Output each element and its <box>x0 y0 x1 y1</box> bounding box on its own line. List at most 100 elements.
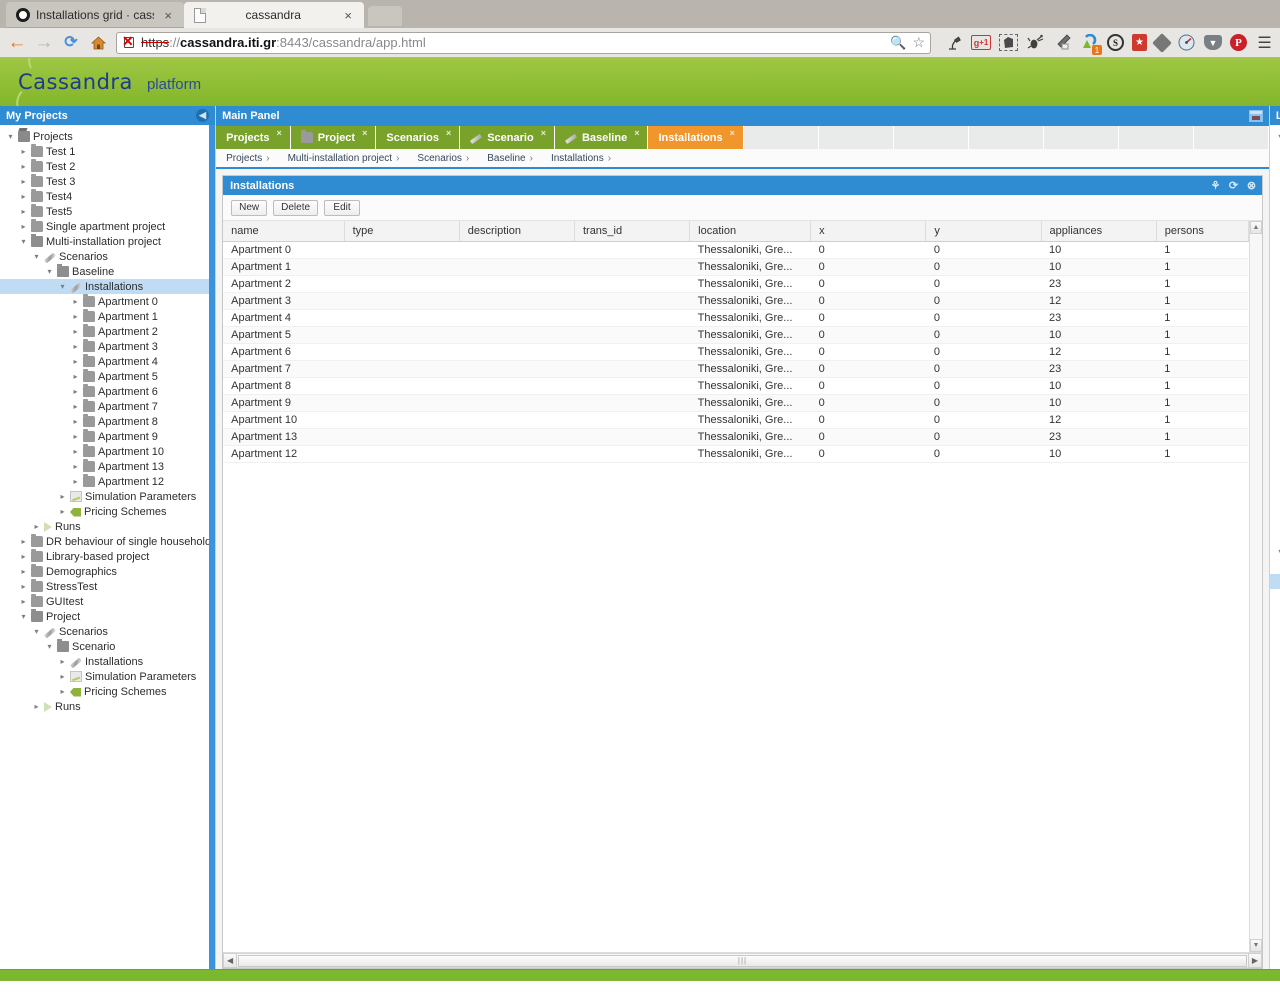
chevron-right-icon[interactable]: ▸ <box>71 342 80 351</box>
table-row[interactable]: Apartment 10 Thessaloniki, Gre... 0 0 12 1 <box>223 411 1249 429</box>
new-tab-button[interactable] <box>368 6 402 26</box>
tree-item-pricing-schemes[interactable]: ▸ Pricing Schemes <box>0 684 215 699</box>
tree-item-scenarios[interactable]: ▾ Scenarios <box>0 624 215 639</box>
tree-item-installations[interactable]: ▾ Installations <box>0 279 216 294</box>
table-row[interactable]: Apartment 9 Thessaloniki, Gre... 0 0 10 1 <box>223 394 1249 412</box>
broken-lock-icon[interactable]: ✕ <box>122 34 137 50</box>
breadcrumb-item-baseline[interactable]: Baseline › <box>487 153 533 164</box>
chevron-right-icon[interactable]: ▸ <box>19 177 28 186</box>
chevron-right-icon[interactable]: ▸ <box>19 162 28 171</box>
bookmark-red-icon[interactable]: ★ <box>1132 34 1147 51</box>
tree-item-pricing-schemes[interactable]: ▸ Pricing Schemes <box>0 504 215 519</box>
table-row[interactable]: Apartment 6 Thessaloniki, Gre... 0 0 12 1 <box>223 343 1249 361</box>
library-item-installations[interactable]: ▸Installations <box>1270 144 1280 159</box>
main-tab-close-icon[interactable]: × <box>634 128 639 138</box>
tree-item-simulation-parameters[interactable]: ▸ Simulation Parameters <box>0 669 215 684</box>
tree-item-baseline[interactable]: ▾ Baseline <box>0 264 215 279</box>
chevron-right-icon[interactable]: ▸ <box>71 327 80 336</box>
feedly-icon[interactable] <box>1152 32 1172 53</box>
tree-item-projects[interactable]: ▾ Projects <box>0 129 215 144</box>
tree-item-library-based-project[interactable]: ▸ Library-based project <box>0 549 215 564</box>
tree-item-apartment-5[interactable]: ▸ Apartment 5 <box>0 369 215 384</box>
refresh-icon[interactable]: ⟳ <box>1227 179 1240 192</box>
library-item-persons[interactable]: ▸Persons <box>1269 574 1280 589</box>
tree-item-project[interactable]: ▾ Project <box>0 609 215 624</box>
breadcrumb-item-projects[interactable]: Projects › <box>226 153 269 164</box>
scroll-right-icon[interactable]: ▶ <box>1247 953 1262 968</box>
tree-item-guitest[interactable]: ▸ GUItest <box>0 594 215 609</box>
chevron-right-icon[interactable]: ▸ <box>71 357 80 366</box>
tree-item-apartment-6[interactable]: ▸ Apartment 6 <box>0 384 215 399</box>
table-row[interactable]: Apartment 12 Thessaloniki, Gre... 0 0 10 1 <box>223 445 1249 463</box>
left-panel-scrollbar[interactable] <box>209 125 216 969</box>
tree-item-runs[interactable]: ▸ Runs <box>0 699 215 714</box>
tree-item-apartment-9[interactable]: ▸ Apartment 9 <box>0 429 215 444</box>
table-row[interactable]: Apartment 3 Thessaloniki, Gre... 0 0 12 1 <box>223 292 1249 310</box>
tree-item-apartment-7[interactable]: ▸ Apartment 7 <box>0 399 215 414</box>
chevron-right-icon[interactable]: ▸ <box>58 687 67 696</box>
google-plus-icon[interactable]: g +1 <box>971 35 991 50</box>
star-icon[interactable]: ☆ <box>912 34 925 51</box>
chevron-down-icon[interactable]: ▾ <box>1276 547 1280 556</box>
cassandra-library-tree[interactable]: ▾Cassandra Library▸Installations▸Persons… <box>1269 540 1280 969</box>
chevron-right-icon[interactable]: ▸ <box>19 147 28 156</box>
chevron-right-icon[interactable]: ▸ <box>58 492 67 501</box>
scroll-down-icon[interactable]: ▼ <box>1249 939 1262 952</box>
chevron-right-icon[interactable]: ▸ <box>19 207 28 216</box>
app-logo[interactable]: Cassandra platform <box>18 70 201 94</box>
main-tab-close-icon[interactable]: × <box>541 128 546 138</box>
desk-lamp-icon[interactable] <box>944 33 963 52</box>
chevron-down-icon[interactable]: ▾ <box>19 612 28 621</box>
tree-item-test-2[interactable]: ▸ Test 2 <box>0 159 215 174</box>
browser-tab-1[interactable]: cassandra × <box>184 2 364 28</box>
main-tab-close-icon[interactable]: × <box>446 128 451 138</box>
main-tab-baseline[interactable]: Baseline × <box>554 126 649 149</box>
speedtest-icon[interactable] <box>1177 33 1196 52</box>
evernote-icon[interactable] <box>999 34 1018 51</box>
chevron-down-icon[interactable]: ▾ <box>32 252 41 261</box>
tree-item-apartment-13[interactable]: ▸ Apartment 13 <box>0 459 215 474</box>
tree-item-apartment-8[interactable]: ▸ Apartment 8 <box>0 414 215 429</box>
pocket-icon[interactable]: ▼ <box>1204 35 1222 50</box>
hscroll-track[interactable]: ||| <box>237 953 1248 968</box>
browser-tab-0[interactable]: Installations grid · cassand × <box>6 2 184 28</box>
column-header-y[interactable]: y <box>925 221 1042 242</box>
main-panel-tabbar[interactable]: Projects × Project × Scenarios × Scenario × Base… <box>216 125 1269 149</box>
column-header-trans_id[interactable]: trans_id <box>574 221 691 242</box>
tree-item-scenario[interactable]: ▾ Scenario <box>0 639 215 654</box>
chevron-right-icon[interactable]: ▸ <box>71 447 80 456</box>
pinterest-icon[interactable]: P <box>1230 34 1247 51</box>
column-header-type[interactable]: type <box>344 221 460 242</box>
chevron-right-icon[interactable]: ▸ <box>58 672 67 681</box>
chevron-down-icon[interactable]: ▾ <box>45 267 54 276</box>
delete-button[interactable]: Delete <box>273 199 319 216</box>
chevron-right-icon[interactable]: ▸ <box>19 222 28 231</box>
forward-icon[interactable]: → <box>33 32 55 54</box>
table-row[interactable]: Apartment 5 Thessaloniki, Gre... 0 0 10 1 <box>223 326 1249 344</box>
breadcrumb[interactable]: Projects › Multi-installation project › Scen… <box>216 149 1269 169</box>
tree-item-stresstest[interactable]: ▸ StressTest <box>0 579 215 594</box>
chevron-right-icon[interactable]: ▸ <box>71 372 80 381</box>
close-icon[interactable]: ⊗ <box>1245 179 1258 192</box>
tree-item-installations[interactable]: ▸ Installations <box>0 654 215 669</box>
main-tab-project[interactable]: Project × <box>290 126 377 149</box>
tree-item-single-apartment-project[interactable]: ▸ Single apartment project <box>0 219 215 234</box>
column-header-name[interactable]: name <box>223 221 345 242</box>
chevron-right-icon[interactable]: ▸ <box>19 582 28 591</box>
chevron-right-icon[interactable]: ▸ <box>32 522 41 531</box>
chevron-right-icon[interactable]: ▸ <box>71 417 80 426</box>
main-tab-close-icon[interactable]: × <box>277 128 282 138</box>
browser-tab-close-icon[interactable]: × <box>160 8 176 23</box>
library-item-cassandra-library[interactable]: ▾Cassandra Library <box>1270 544 1280 559</box>
main-tab-close-icon[interactable]: × <box>730 128 735 138</box>
tree-item-apartment-1[interactable]: ▸ Apartment 1 <box>0 309 215 324</box>
chevron-right-icon[interactable]: ▸ <box>71 477 80 486</box>
new-button[interactable]: New <box>231 199 268 216</box>
url-bar[interactable]: ✕ https://cassandra.iti.gr:8443/cassandr… <box>116 31 931 54</box>
breadcrumb-item-multi-installation-project[interactable]: Multi-installation project › <box>288 153 400 164</box>
colorzilla-icon[interactable]: 1 <box>1080 33 1102 55</box>
eyedropper-icon[interactable] <box>1053 33 1072 52</box>
vscroll-track[interactable] <box>1249 234 1262 939</box>
chevron-right-icon[interactable]: ▸ <box>19 192 28 201</box>
grid-vertical-scrollbar[interactable]: ▲ ▼ <box>1248 221 1262 952</box>
